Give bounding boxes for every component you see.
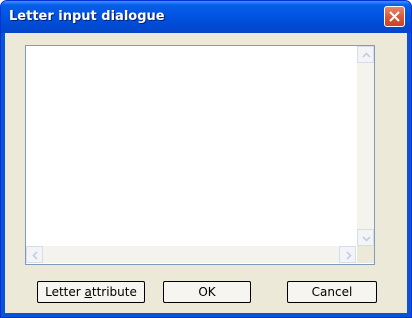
dialog-window: Letter input dialogue Letter attribute O… [0,0,412,318]
scroll-up-button[interactable] [357,46,374,63]
ok-button[interactable]: OK [163,281,251,303]
text-input-frame [25,45,375,265]
scroll-right-button[interactable] [339,246,356,263]
letter-attribute-label-start: Letter [45,285,85,299]
letter-text-area[interactable] [26,46,356,246]
vertical-scrollbar[interactable] [357,46,374,246]
dialog-body: Letter attribute OK Cancel [5,33,407,313]
letter-attribute-label-end: ttribute [91,285,137,299]
scroll-down-button[interactable] [357,229,374,246]
letter-attribute-mnemonic: a [84,285,92,299]
cancel-button[interactable]: Cancel [287,281,377,303]
scroll-left-button[interactable] [26,246,43,263]
arrow-right-icon [346,251,352,260]
arrow-left-icon [32,251,38,260]
horizontal-scrollbar[interactable] [26,246,356,263]
letter-attribute-button[interactable]: Letter attribute [37,281,145,303]
arrow-down-icon [362,236,371,242]
title-bar[interactable]: Letter input dialogue [1,1,411,33]
close-icon [389,11,400,22]
arrow-up-icon [362,52,371,58]
scrollbar-corner [357,246,374,263]
close-button[interactable] [384,6,405,27]
dialog-title: Letter input dialogue [9,9,165,24]
